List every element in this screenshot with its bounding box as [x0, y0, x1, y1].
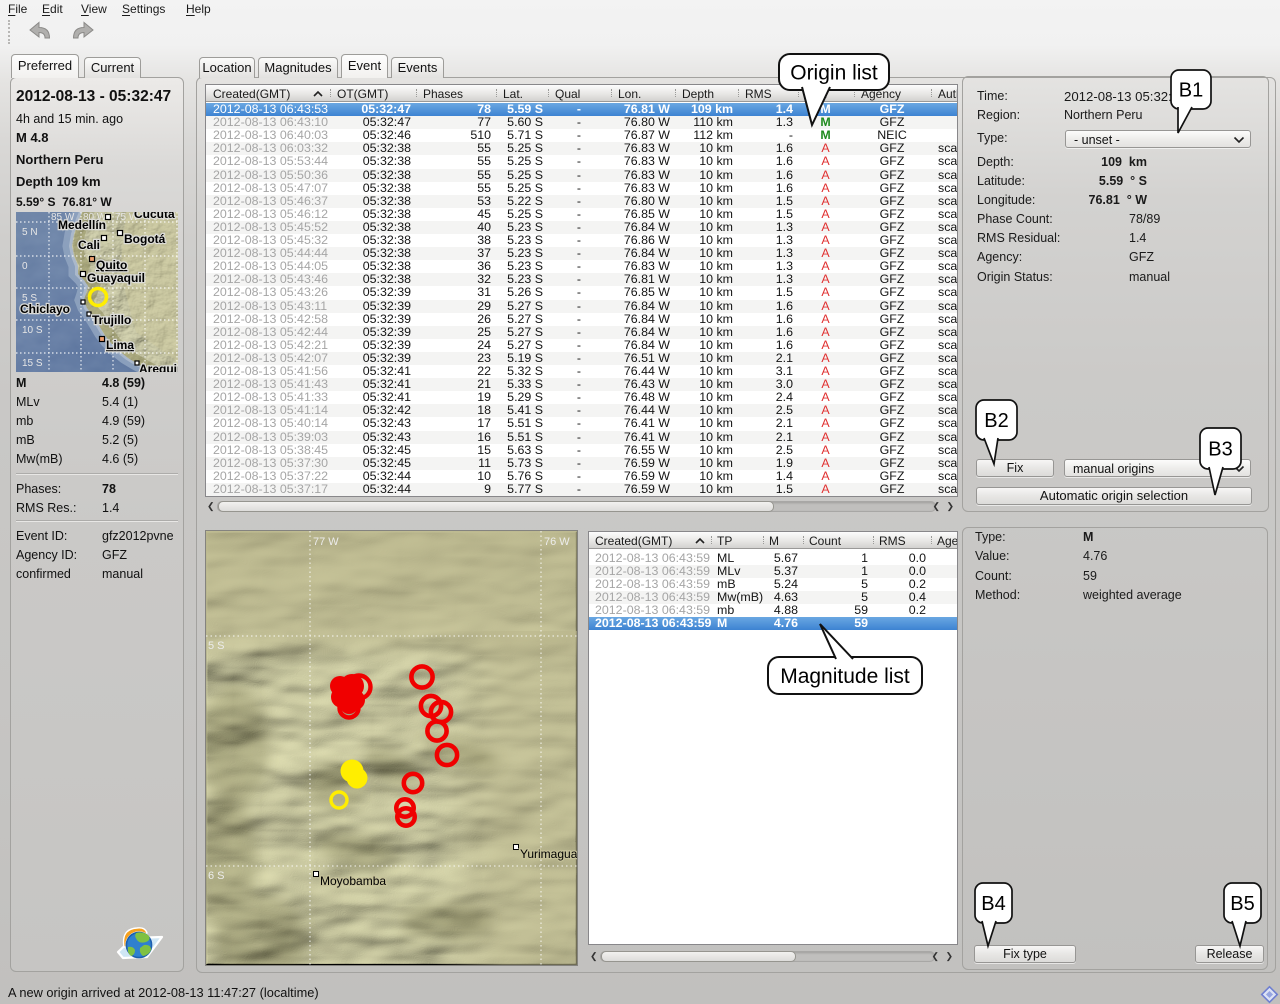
svg-text:10 S: 10 S — [22, 325, 43, 336]
svg-text:Quito: Quito — [96, 258, 127, 272]
svg-text:Trujillo: Trujillo — [92, 313, 131, 327]
svg-text:77 W: 77 W — [313, 536, 339, 548]
svg-text:B3: B3 — [1208, 439, 1232, 461]
svg-text:Cali: Cali — [78, 238, 100, 252]
svg-text:76 W: 76 W — [544, 536, 570, 548]
svg-text:5 S: 5 S — [208, 640, 225, 652]
svg-text:5 N: 5 N — [22, 227, 38, 238]
svg-text:B4: B4 — [981, 893, 1005, 915]
svg-text:B1: B1 — [1179, 80, 1203, 102]
svg-text:B5: B5 — [1230, 893, 1254, 915]
svg-text:Guayaquil: Guayaquil — [87, 271, 145, 285]
svg-text:Yurimagua: Yurimagua — [520, 847, 577, 861]
svg-text:6 S: 6 S — [208, 870, 225, 882]
svg-text:Origin list: Origin list — [790, 62, 878, 85]
svg-text:Magnitude list: Magnitude list — [780, 665, 910, 688]
svg-text:Lima: Lima — [106, 338, 134, 352]
svg-text:B2: B2 — [984, 410, 1008, 432]
svg-text:Bogotá: Bogotá — [124, 232, 166, 246]
svg-text:Arequip.: Arequip. — [139, 362, 178, 372]
svg-text:Cucuta: Cucuta — [134, 212, 175, 221]
svg-text:0: 0 — [22, 261, 28, 272]
svg-text:Medellín: Medellín — [58, 218, 106, 232]
svg-text:Chiclayo: Chiclayo — [20, 302, 70, 316]
svg-text:Moyobamba: Moyobamba — [320, 874, 386, 888]
svg-text:15 S: 15 S — [22, 358, 43, 369]
